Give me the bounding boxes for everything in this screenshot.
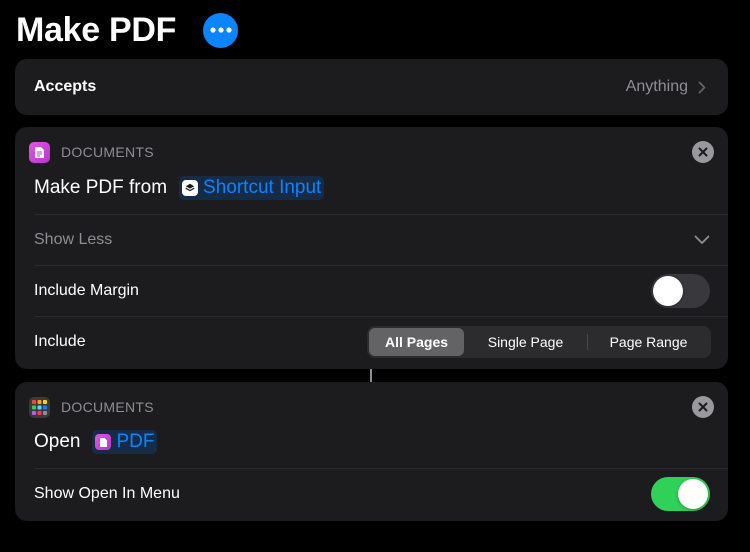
- shortcut-input-token[interactable]: Shortcut Input: [179, 176, 325, 200]
- page-title: Make PDF: [16, 10, 177, 49]
- shortcuts-icon: [182, 180, 199, 196]
- remove-action-button[interactable]: [692, 141, 714, 163]
- show-less-label: Show Less: [34, 231, 113, 248]
- category-label: DOCUMENTS: [61, 144, 154, 160]
- show-open-in-menu-toggle[interactable]: [651, 477, 710, 511]
- action-verb: Open: [34, 431, 81, 452]
- ellipsis-icon: [210, 27, 232, 33]
- include-margin-toggle[interactable]: [651, 274, 710, 308]
- pdf-token[interactable]: PDF: [92, 430, 158, 454]
- accepts-label: Accepts: [34, 78, 97, 95]
- action-summary: Make PDF from Shortcut Input: [34, 174, 325, 202]
- show-open-in-menu-label: Show Open In Menu: [34, 485, 180, 502]
- make-pdf-action[interactable]: DOCUMENTS Make PDF from Shortcut Input S…: [15, 127, 728, 369]
- segment-all-pages[interactable]: All Pages: [369, 328, 464, 356]
- more-button[interactable]: [203, 12, 239, 48]
- remove-action-button[interactable]: [692, 396, 714, 418]
- include-margin-row: Include Margin: [34, 266, 710, 316]
- action-connector: [370, 369, 372, 382]
- action-header: DOCUMENTS: [29, 141, 154, 163]
- close-icon: [698, 147, 708, 157]
- show-less-row[interactable]: Show Less: [34, 215, 710, 265]
- action-verb: Make PDF from: [34, 177, 168, 198]
- include-margin-label: Include Margin: [34, 282, 139, 299]
- chevron-right-icon: [698, 81, 706, 93]
- header: Make PDF: [16, 8, 239, 52]
- accepts-value-text: Anything: [625, 78, 688, 95]
- include-row: Include All Pages Single Page Page Range: [34, 317, 711, 367]
- segment-single-page[interactable]: Single Page: [464, 328, 587, 356]
- segment-page-range[interactable]: Page Range: [588, 328, 709, 356]
- token-label: PDF: [116, 431, 155, 452]
- open-action[interactable]: DOCUMENTS Open PDF Show Open In Menu: [15, 382, 728, 521]
- close-icon: [698, 402, 708, 412]
- include-segmented-control: All Pages Single Page Page Range: [367, 326, 711, 358]
- include-label: Include: [34, 333, 86, 350]
- category-label: DOCUMENTS: [61, 399, 154, 415]
- action-summary: Open PDF: [34, 428, 158, 456]
- document-icon: [29, 141, 50, 163]
- action-header: DOCUMENTS: [29, 396, 154, 418]
- toggle-knob: [653, 276, 683, 306]
- shortcut-editor: Make PDF Accepts Anything DOCUMENTS Make…: [0, 0, 750, 552]
- accepts-value: Anything: [626, 78, 706, 96]
- toggle-knob: [678, 479, 708, 509]
- document-icon: [95, 434, 112, 450]
- accepts-row[interactable]: Accepts Anything: [15, 59, 728, 115]
- token-label: Shortcut Input: [203, 177, 322, 198]
- app-grid-icon: [29, 396, 50, 418]
- chevron-down-icon: [694, 235, 710, 244]
- show-open-in-menu-row: Show Open In Menu: [34, 469, 710, 519]
